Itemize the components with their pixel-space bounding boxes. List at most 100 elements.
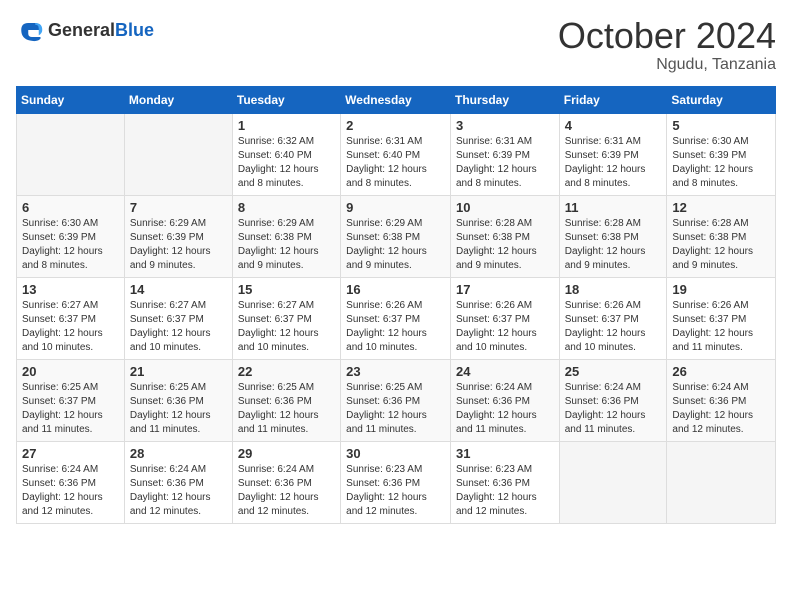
day-number: 8 xyxy=(238,200,335,215)
day-number: 30 xyxy=(346,446,445,461)
day-number: 25 xyxy=(565,364,662,379)
calendar-header-row: SundayMondayTuesdayWednesdayThursdayFrid… xyxy=(17,86,776,113)
logo: GeneralBlue xyxy=(16,16,154,44)
calendar-day-cell: 16 Sunrise: 6:26 AMSunset: 6:37 PMDayligh… xyxy=(341,277,451,359)
day-number: 26 xyxy=(672,364,770,379)
day-info: Sunrise: 6:23 AMSunset: 6:36 PMDaylight:… xyxy=(346,463,445,519)
day-number: 21 xyxy=(130,364,227,379)
day-number: 13 xyxy=(22,282,119,297)
logo-general: General xyxy=(48,20,115,40)
day-number: 3 xyxy=(456,118,554,133)
day-info: Sunrise: 6:28 AMSunset: 6:38 PMDaylight:… xyxy=(565,217,662,273)
day-info: Sunrise: 6:24 AMSunset: 6:36 PMDaylight:… xyxy=(238,463,335,519)
weekday-header: Monday xyxy=(124,86,232,113)
day-info: Sunrise: 6:24 AMSunset: 6:36 PMDaylight:… xyxy=(130,463,227,519)
calendar-day-cell: 1 Sunrise: 6:32 AMSunset: 6:40 PMDaylight… xyxy=(232,113,340,195)
day-number: 29 xyxy=(238,446,335,461)
logo-icon xyxy=(16,16,44,44)
day-number: 5 xyxy=(672,118,770,133)
day-number: 6 xyxy=(22,200,119,215)
day-number: 20 xyxy=(22,364,119,379)
day-info: Sunrise: 6:28 AMSunset: 6:38 PMDaylight:… xyxy=(456,217,554,273)
day-info: Sunrise: 6:23 AMSunset: 6:36 PMDaylight:… xyxy=(456,463,554,519)
day-info: Sunrise: 6:28 AMSunset: 6:38 PMDaylight:… xyxy=(672,217,770,273)
calendar-day-cell: 22Sunrise: 6:25 AMSunset: 6:36 PMDayligh… xyxy=(232,359,340,441)
calendar-day-cell: 31 Sunrise: 6:23 AMSunset: 6:36 PMDayligh… xyxy=(450,441,559,523)
day-number: 2 xyxy=(346,118,445,133)
weekday-header: Sunday xyxy=(17,86,125,113)
calendar-day-cell: 21Sunrise: 6:25 AMSunset: 6:36 PMDayligh… xyxy=(124,359,232,441)
weekday-header: Saturday xyxy=(667,86,776,113)
day-info: Sunrise: 6:25 AMSunset: 6:36 PMDaylight:… xyxy=(346,381,445,437)
calendar-day-cell: 30 Sunrise: 6:23 AMSunset: 6:36 PMDayligh… xyxy=(341,441,451,523)
calendar-day-cell: 17Sunrise: 6:26 AMSunset: 6:37 PMDayligh… xyxy=(450,277,559,359)
day-number: 23 xyxy=(346,364,445,379)
calendar-day-cell: 6 Sunrise: 6:30 AMSunset: 6:39 PMDaylight… xyxy=(17,195,125,277)
calendar-day-cell: 25Sunrise: 6:24 AMSunset: 6:36 PMDayligh… xyxy=(559,359,667,441)
day-number: 31 xyxy=(456,446,554,461)
weekday-header: Wednesday xyxy=(341,86,451,113)
calendar-week-row: 13 Sunrise: 6:27 AMSunset: 6:37 PMDayligh… xyxy=(17,277,776,359)
day-number: 27 xyxy=(22,446,119,461)
calendar-day-cell: 19 Sunrise: 6:26 AMSunset: 6:37 PMDayligh… xyxy=(667,277,776,359)
calendar-day-cell: 10Sunrise: 6:28 AMSunset: 6:38 PMDayligh… xyxy=(450,195,559,277)
day-info: Sunrise: 6:31 AMSunset: 6:39 PMDaylight:… xyxy=(456,135,554,191)
day-number: 19 xyxy=(672,282,770,297)
day-number: 16 xyxy=(346,282,445,297)
day-info: Sunrise: 6:26 AMSunset: 6:37 PMDaylight:… xyxy=(346,299,445,355)
logo-text: GeneralBlue xyxy=(48,20,154,41)
calendar-day-cell: 4Sunrise: 6:31 AMSunset: 6:39 PMDaylight… xyxy=(559,113,667,195)
day-info: Sunrise: 6:25 AMSunset: 6:36 PMDaylight:… xyxy=(238,381,335,437)
day-number: 1 xyxy=(238,118,335,133)
day-number: 4 xyxy=(565,118,662,133)
calendar-day-cell: 2 Sunrise: 6:31 AMSunset: 6:40 PMDaylight… xyxy=(341,113,451,195)
day-info: Sunrise: 6:24 AMSunset: 6:36 PMDaylight:… xyxy=(456,381,554,437)
day-info: Sunrise: 6:26 AMSunset: 6:37 PMDaylight:… xyxy=(672,299,770,355)
day-info: Sunrise: 6:25 AMSunset: 6:37 PMDaylight:… xyxy=(22,381,119,437)
day-number: 15 xyxy=(238,282,335,297)
day-number: 18 xyxy=(565,282,662,297)
calendar-day-cell: 13 Sunrise: 6:27 AMSunset: 6:37 PMDayligh… xyxy=(17,277,125,359)
calendar-day-cell: 8 Sunrise: 6:29 AMSunset: 6:38 PMDaylight… xyxy=(232,195,340,277)
day-info: Sunrise: 6:24 AMSunset: 6:36 PMDaylight:… xyxy=(672,381,770,437)
day-number: 17 xyxy=(456,282,554,297)
day-number: 7 xyxy=(130,200,227,215)
weekday-header: Friday xyxy=(559,86,667,113)
day-number: 14 xyxy=(130,282,227,297)
calendar-day-cell xyxy=(17,113,125,195)
page-header: GeneralBlue October 2024 Ngudu, Tanzania xyxy=(16,16,776,74)
day-info: Sunrise: 6:27 AMSunset: 6:37 PMDaylight:… xyxy=(130,299,227,355)
logo-blue: Blue xyxy=(115,20,154,40)
calendar-day-cell: 5Sunrise: 6:30 AMSunset: 6:39 PMDaylight… xyxy=(667,113,776,195)
calendar-week-row: 1 Sunrise: 6:32 AMSunset: 6:40 PMDaylight… xyxy=(17,113,776,195)
weekday-header: Thursday xyxy=(450,86,559,113)
calendar-week-row: 20 Sunrise: 6:25 AMSunset: 6:37 PMDayligh… xyxy=(17,359,776,441)
calendar-day-cell: 23 Sunrise: 6:25 AMSunset: 6:36 PMDayligh… xyxy=(341,359,451,441)
day-info: Sunrise: 6:27 AMSunset: 6:37 PMDaylight:… xyxy=(22,299,119,355)
day-info: Sunrise: 6:27 AMSunset: 6:37 PMDaylight:… xyxy=(238,299,335,355)
calendar-day-cell: 20 Sunrise: 6:25 AMSunset: 6:37 PMDayligh… xyxy=(17,359,125,441)
calendar-day-cell xyxy=(559,441,667,523)
day-info: Sunrise: 6:32 AMSunset: 6:40 PMDaylight:… xyxy=(238,135,335,191)
day-info: Sunrise: 6:30 AMSunset: 6:39 PMDaylight:… xyxy=(22,217,119,273)
day-info: Sunrise: 6:26 AMSunset: 6:37 PMDaylight:… xyxy=(565,299,662,355)
day-number: 11 xyxy=(565,200,662,215)
title-block: October 2024 Ngudu, Tanzania xyxy=(558,16,776,74)
calendar-day-cell: 11 Sunrise: 6:28 AMSunset: 6:38 PMDayligh… xyxy=(559,195,667,277)
day-info: Sunrise: 6:29 AMSunset: 6:38 PMDaylight:… xyxy=(346,217,445,273)
day-number: 28 xyxy=(130,446,227,461)
day-info: Sunrise: 6:31 AMSunset: 6:40 PMDaylight:… xyxy=(346,135,445,191)
weekday-header: Tuesday xyxy=(232,86,340,113)
calendar-day-cell: 24 Sunrise: 6:24 AMSunset: 6:36 PMDayligh… xyxy=(450,359,559,441)
calendar-day-cell: 27Sunrise: 6:24 AMSunset: 6:36 PMDayligh… xyxy=(17,441,125,523)
calendar-day-cell: 28 Sunrise: 6:24 AMSunset: 6:36 PMDayligh… xyxy=(124,441,232,523)
day-number: 9 xyxy=(346,200,445,215)
day-info: Sunrise: 6:29 AMSunset: 6:39 PMDaylight:… xyxy=(130,217,227,273)
calendar-day-cell: 15 Sunrise: 6:27 AMSunset: 6:37 PMDayligh… xyxy=(232,277,340,359)
month-title: October 2024 xyxy=(558,16,776,56)
day-number: 24 xyxy=(456,364,554,379)
calendar-day-cell: 7 Sunrise: 6:29 AMSunset: 6:39 PMDaylight… xyxy=(124,195,232,277)
day-info: Sunrise: 6:29 AMSunset: 6:38 PMDaylight:… xyxy=(238,217,335,273)
calendar-week-row: 6 Sunrise: 6:30 AMSunset: 6:39 PMDaylight… xyxy=(17,195,776,277)
location-title: Ngudu, Tanzania xyxy=(558,56,776,74)
